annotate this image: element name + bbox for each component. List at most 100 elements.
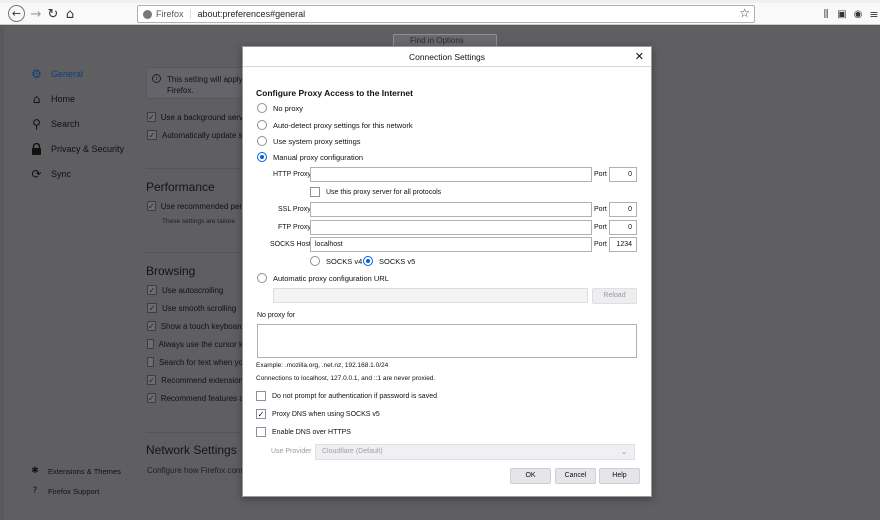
autoscrolling-checkbox[interactable]: ✓ Use autoscrolling [147,285,243,295]
socks-port-input[interactable]: 1234 [609,237,637,252]
recommend-features-checkbox[interactable]: ✓ Recommend features a [147,393,243,403]
sidebar-icon[interactable]: ▣ [834,6,850,22]
check-icon: ✓ [256,409,266,419]
library-icon[interactable]: ⫼ [818,6,834,22]
reload-icon[interactable]: ↻ [45,6,61,22]
socks-v5-radio[interactable]: SOCKS v5 [363,256,415,266]
provider-select[interactable]: Cloudflare (Default) ⌄ [315,444,635,460]
account-icon[interactable]: ◉ [850,6,866,22]
close-icon[interactable]: ✕ [635,47,644,67]
checkbox-label: Use this proxy server for all protocols [326,188,442,196]
radio-circle [257,120,267,130]
help-button[interactable]: Help [599,468,640,484]
sidebar-item-general[interactable]: ⚙ General [30,67,84,81]
cursor-keys-checkbox[interactable]: Always use the cursor k [147,339,243,349]
sync-icon: ⟳ [31,166,42,181]
sidebar-item-label: General [51,68,84,79]
browsing-heading: Browsing [146,264,196,278]
recommend-extensions-checkbox[interactable]: ✓ Recommend extension [147,375,243,385]
radio-label: SOCKS v4 [326,256,363,266]
checkbox-label: Use autoscrolling [162,285,224,295]
check-icon: ✓ [147,393,156,403]
radio-circle-selected [363,256,373,266]
proxy-dns-socks5-checkbox[interactable]: ✓ Proxy DNS when using SOCKS v5 [256,409,380,419]
checkbox-label: Show a touch keyboard [160,321,243,331]
no-proxy-example: Example: .mozilla.org, .net.nz, 192.168.… [256,362,389,369]
http-port-input[interactable]: 0 [609,167,637,182]
forward-icon[interactable]: → [28,6,44,22]
no-proxy-for-label: No proxy for [257,312,296,319]
reload-button[interactable]: Reload [592,288,637,304]
radio-label: Manual proxy configuration [273,152,364,162]
check-icon: ✓ [147,285,157,295]
url-bar[interactable]: Firefox about:preferences#general ☆ [137,5,755,23]
no-auth-prompt-checkbox[interactable]: Do not prompt for authentication if pass… [256,391,437,401]
check-icon: ✓ [147,303,157,313]
auto-config-url-input[interactable] [273,288,588,303]
sidebar-item-search[interactable]: ⚲ Search [30,117,80,131]
manual-proxy-radio[interactable]: Manual proxy configuration [257,152,363,162]
ftp-port-label: Port [594,224,607,231]
sidebar-item-home[interactable]: ⌂ Home [30,91,75,106]
back-icon[interactable]: ← [8,5,25,22]
http-proxy-label: HTTP Proxy [273,171,311,178]
checkbox-label: Always use the cursor k [158,339,243,349]
use-provider-label: Use Provider [271,448,312,455]
auto-update-checkbox[interactable]: ✓ Automatically update s [147,130,243,140]
bookmark-star-icon[interactable]: ☆ [739,6,750,20]
checkbox-box [147,339,154,349]
radio-circle [310,256,320,266]
ssl-port-input[interactable]: 0 [609,202,637,217]
auto-detect-radio[interactable]: Auto-detect proxy settings for this netw… [257,120,413,130]
sidebar-item-privacy[interactable]: Privacy & Security [30,142,124,155]
sidebar-item-extensions[interactable]: ✱ Extensions & Themes [30,466,121,476]
checkbox-label: Use smooth scrolling [162,303,237,313]
background-service-checkbox[interactable]: ✓ Use a background servi [147,112,243,122]
url-text[interactable]: about:preferences#general [191,9,306,19]
home-icon[interactable]: ⌂ [62,6,78,22]
sidebar-item-support[interactable]: ? Firefox Support [30,486,100,496]
menu-icon[interactable]: ≡ [866,6,880,22]
socks-v4-radio[interactable]: SOCKS v4 [310,256,362,266]
network-settings-description: Configure how Firefox conn [147,466,242,475]
checkbox-label: Recommend extension [161,375,243,385]
section-divider [146,252,246,253]
info-message: i This setting will apply Firefox. [146,67,256,99]
touch-keyboard-checkbox[interactable]: ✓ Show a touch keyboard [147,321,243,331]
use-for-all-protocols-checkbox[interactable]: Use this proxy server for all protocols [310,187,441,197]
radio-label: Auto-detect proxy settings for this netw… [273,120,413,130]
ftp-proxy-input[interactable] [310,220,592,235]
radio-label: No proxy [273,103,304,113]
sidebar-item-sync[interactable]: ⟳ Sync [30,166,71,181]
system-proxy-radio[interactable]: Use system proxy settings [257,136,361,146]
cancel-button[interactable]: Cancel [555,468,596,484]
dialog-title: Connection Settings [408,52,486,62]
recommended-performance-checkbox[interactable]: ✓ Use recommended perf [147,201,243,211]
no-proxy-radio[interactable]: No proxy [257,103,303,113]
socks-host-input[interactable]: localhost [310,237,592,252]
ssl-proxy-input[interactable] [310,202,592,217]
sidebar-item-label: Search [51,118,80,129]
check-icon: ✓ [147,112,156,122]
lock-icon [30,142,43,155]
radio-label: Automatic proxy configuration URL [273,273,389,283]
search-text-typing-checkbox[interactable]: Search for text when yo [147,357,243,367]
info-icon: i [152,74,161,83]
ftp-port-input[interactable]: 0 [609,220,637,235]
radio-circle-selected [257,152,267,162]
radio-circle [257,136,267,146]
http-port-label: Port [594,171,607,178]
smooth-scrolling-checkbox[interactable]: ✓ Use smooth scrolling [147,303,243,313]
checkbox-box [310,187,320,197]
auto-config-url-radio[interactable]: Automatic proxy configuration URL [257,273,389,283]
browser-toolbar: ← → ↻ ⌂ Firefox about:preferences#genera… [0,3,880,25]
sidebar-item-label: Firefox Support [48,486,100,496]
ok-button[interactable]: OK [510,468,551,484]
home-icon: ⌂ [32,91,41,106]
ssl-port-label: Port [594,206,607,213]
http-proxy-input[interactable] [310,167,592,182]
no-proxy-for-textarea[interactable] [257,324,637,358]
dns-over-https-checkbox[interactable]: Enable DNS over HTTPS [256,427,351,437]
checkbox-box [256,427,266,437]
sidebar-item-label: Extensions & Themes [48,466,121,476]
